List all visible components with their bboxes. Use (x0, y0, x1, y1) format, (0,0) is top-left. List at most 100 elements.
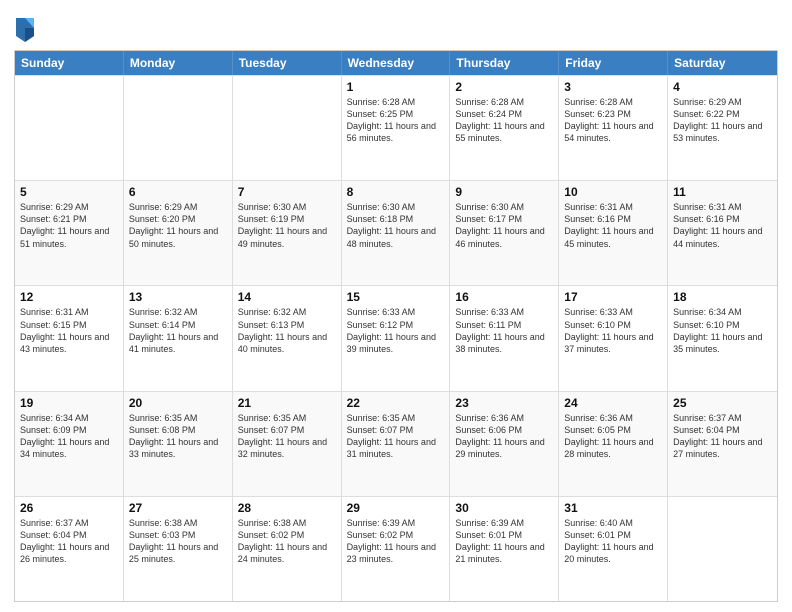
cell-sun-info: Sunrise: 6:38 AMSunset: 6:03 PMDaylight:… (129, 517, 227, 566)
cell-sun-info: Sunrise: 6:30 AMSunset: 6:18 PMDaylight:… (347, 201, 445, 250)
day-header-friday: Friday (559, 51, 668, 75)
cell-sun-info: Sunrise: 6:39 AMSunset: 6:02 PMDaylight:… (347, 517, 445, 566)
cell-day-number: 30 (455, 501, 553, 515)
calendar-cell-3-1: 12 Sunrise: 6:31 AMSunset: 6:15 PMDayligh… (15, 286, 124, 390)
day-header-wednesday: Wednesday (342, 51, 451, 75)
cell-sun-info: Sunrise: 6:34 AMSunset: 6:10 PMDaylight:… (673, 306, 772, 355)
cell-day-number: 2 (455, 80, 553, 94)
calendar-cell-2-7: 11 Sunrise: 6:31 AMSunset: 6:16 PMDayligh… (668, 181, 777, 285)
cell-day-number: 28 (238, 501, 336, 515)
calendar-cell-4-3: 21 Sunrise: 6:35 AMSunset: 6:07 PMDayligh… (233, 392, 342, 496)
cell-day-number: 16 (455, 290, 553, 304)
calendar-cell-1-5: 2 Sunrise: 6:28 AMSunset: 6:24 PMDaylight… (450, 76, 559, 180)
cell-sun-info: Sunrise: 6:29 AMSunset: 6:20 PMDaylight:… (129, 201, 227, 250)
calendar-cell-4-7: 25 Sunrise: 6:37 AMSunset: 6:04 PMDayligh… (668, 392, 777, 496)
calendar-cell-4-2: 20 Sunrise: 6:35 AMSunset: 6:08 PMDayligh… (124, 392, 233, 496)
cell-day-number: 20 (129, 396, 227, 410)
calendar-cell-3-2: 13 Sunrise: 6:32 AMSunset: 6:14 PMDayligh… (124, 286, 233, 390)
calendar: SundayMondayTuesdayWednesdayThursdayFrid… (14, 50, 778, 602)
cell-day-number: 11 (673, 185, 772, 199)
cell-day-number: 4 (673, 80, 772, 94)
cell-day-number: 29 (347, 501, 445, 515)
cell-sun-info: Sunrise: 6:29 AMSunset: 6:22 PMDaylight:… (673, 96, 772, 145)
cell-day-number: 6 (129, 185, 227, 199)
logo (14, 14, 40, 42)
cell-day-number: 3 (564, 80, 662, 94)
calendar-week-4: 19 Sunrise: 6:34 AMSunset: 6:09 PMDayligh… (15, 391, 777, 496)
cell-sun-info: Sunrise: 6:31 AMSunset: 6:15 PMDaylight:… (20, 306, 118, 355)
day-header-monday: Monday (124, 51, 233, 75)
calendar-cell-5-2: 27Sunrise: 6:38 AMSunset: 6:03 PMDayligh… (124, 497, 233, 601)
calendar-cell-5-1: 26Sunrise: 6:37 AMSunset: 6:04 PMDayligh… (15, 497, 124, 601)
cell-day-number: 12 (20, 290, 118, 304)
cell-day-number: 7 (238, 185, 336, 199)
cell-sun-info: Sunrise: 6:30 AMSunset: 6:19 PMDaylight:… (238, 201, 336, 250)
cell-day-number: 10 (564, 185, 662, 199)
calendar-cell-5-4: 29 Sunrise: 6:39 AMSunset: 6:02 PMDayligh… (342, 497, 451, 601)
cell-day-number: 9 (455, 185, 553, 199)
cell-day-number: 26 (20, 501, 118, 515)
cell-sun-info: Sunrise: 6:39 AMSunset: 6:01 PMDaylight:… (455, 517, 553, 566)
calendar-cell-1-7: 4 Sunrise: 6:29 AMSunset: 6:22 PMDaylight… (668, 76, 777, 180)
cell-sun-info: Sunrise: 6:38 AMSunset: 6:02 PMDaylight:… (238, 517, 336, 566)
cell-sun-info: Sunrise: 6:31 AMSunset: 6:16 PMDaylight:… (673, 201, 772, 250)
cell-sun-info: Sunrise: 6:35 AMSunset: 6:08 PMDaylight:… (129, 412, 227, 461)
calendar-cell-3-7: 18 Sunrise: 6:34 AMSunset: 6:10 PMDayligh… (668, 286, 777, 390)
calendar-cell-2-4: 8Sunrise: 6:30 AMSunset: 6:18 PMDaylight… (342, 181, 451, 285)
cell-day-number: 13 (129, 290, 227, 304)
cell-sun-info: Sunrise: 6:40 AMSunset: 6:01 PMDaylight:… (564, 517, 662, 566)
calendar-cell-1-3 (233, 76, 342, 180)
calendar-header: SundayMondayTuesdayWednesdayThursdayFrid… (15, 51, 777, 75)
day-header-thursday: Thursday (450, 51, 559, 75)
logo-icon (14, 14, 36, 42)
cell-sun-info: Sunrise: 6:35 AMSunset: 6:07 PMDaylight:… (238, 412, 336, 461)
cell-sun-info: Sunrise: 6:28 AMSunset: 6:25 PMDaylight:… (347, 96, 445, 145)
calendar-cell-4-1: 19 Sunrise: 6:34 AMSunset: 6:09 PMDayligh… (15, 392, 124, 496)
cell-sun-info: Sunrise: 6:33 AMSunset: 6:12 PMDaylight:… (347, 306, 445, 355)
cell-sun-info: Sunrise: 6:29 AMSunset: 6:21 PMDaylight:… (20, 201, 118, 250)
calendar-cell-1-1 (15, 76, 124, 180)
calendar-cell-1-2 (124, 76, 233, 180)
cell-sun-info: Sunrise: 6:32 AMSunset: 6:14 PMDaylight:… (129, 306, 227, 355)
cell-day-number: 18 (673, 290, 772, 304)
calendar-cell-5-6: 31Sunrise: 6:40 AMSunset: 6:01 PMDayligh… (559, 497, 668, 601)
calendar-week-5: 26Sunrise: 6:37 AMSunset: 6:04 PMDayligh… (15, 496, 777, 601)
calendar-cell-3-4: 15Sunrise: 6:33 AMSunset: 6:12 PMDayligh… (342, 286, 451, 390)
calendar-week-2: 5 Sunrise: 6:29 AMSunset: 6:21 PMDaylight… (15, 180, 777, 285)
cell-sun-info: Sunrise: 6:37 AMSunset: 6:04 PMDaylight:… (673, 412, 772, 461)
cell-sun-info: Sunrise: 6:28 AMSunset: 6:23 PMDaylight:… (564, 96, 662, 145)
calendar-cell-2-6: 10 Sunrise: 6:31 AMSunset: 6:16 PMDayligh… (559, 181, 668, 285)
calendar-cell-3-6: 17 Sunrise: 6:33 AMSunset: 6:10 PMDayligh… (559, 286, 668, 390)
cell-sun-info: Sunrise: 6:31 AMSunset: 6:16 PMDaylight:… (564, 201, 662, 250)
calendar-cell-5-7 (668, 497, 777, 601)
calendar-cell-4-4: 22 Sunrise: 6:35 AMSunset: 6:07 PMDayligh… (342, 392, 451, 496)
calendar-cell-3-5: 16 Sunrise: 6:33 AMSunset: 6:11 PMDayligh… (450, 286, 559, 390)
calendar-cell-2-1: 5 Sunrise: 6:29 AMSunset: 6:21 PMDaylight… (15, 181, 124, 285)
cell-sun-info: Sunrise: 6:36 AMSunset: 6:06 PMDaylight:… (455, 412, 553, 461)
cell-day-number: 5 (20, 185, 118, 199)
cell-day-number: 21 (238, 396, 336, 410)
cell-sun-info: Sunrise: 6:33 AMSunset: 6:10 PMDaylight:… (564, 306, 662, 355)
calendar-cell-2-3: 7 Sunrise: 6:30 AMSunset: 6:19 PMDaylight… (233, 181, 342, 285)
cell-day-number: 24 (564, 396, 662, 410)
cell-day-number: 1 (347, 80, 445, 94)
cell-day-number: 25 (673, 396, 772, 410)
cell-day-number: 19 (20, 396, 118, 410)
cell-sun-info: Sunrise: 6:34 AMSunset: 6:09 PMDaylight:… (20, 412, 118, 461)
calendar-cell-5-3: 28 Sunrise: 6:38 AMSunset: 6:02 PMDayligh… (233, 497, 342, 601)
calendar-cell-4-5: 23 Sunrise: 6:36 AMSunset: 6:06 PMDayligh… (450, 392, 559, 496)
day-header-saturday: Saturday (668, 51, 777, 75)
cell-sun-info: Sunrise: 6:30 AMSunset: 6:17 PMDaylight:… (455, 201, 553, 250)
calendar-body: 1 Sunrise: 6:28 AMSunset: 6:25 PMDaylight… (15, 75, 777, 601)
cell-sun-info: Sunrise: 6:33 AMSunset: 6:11 PMDaylight:… (455, 306, 553, 355)
cell-day-number: 23 (455, 396, 553, 410)
cell-sun-info: Sunrise: 6:35 AMSunset: 6:07 PMDaylight:… (347, 412, 445, 461)
cell-day-number: 17 (564, 290, 662, 304)
page-header (14, 10, 778, 42)
cell-sun-info: Sunrise: 6:28 AMSunset: 6:24 PMDaylight:… (455, 96, 553, 145)
calendar-cell-2-5: 9 Sunrise: 6:30 AMSunset: 6:17 PMDaylight… (450, 181, 559, 285)
cell-sun-info: Sunrise: 6:36 AMSunset: 6:05 PMDaylight:… (564, 412, 662, 461)
cell-day-number: 22 (347, 396, 445, 410)
calendar-week-3: 12 Sunrise: 6:31 AMSunset: 6:15 PMDayligh… (15, 285, 777, 390)
calendar-cell-1-4: 1 Sunrise: 6:28 AMSunset: 6:25 PMDaylight… (342, 76, 451, 180)
